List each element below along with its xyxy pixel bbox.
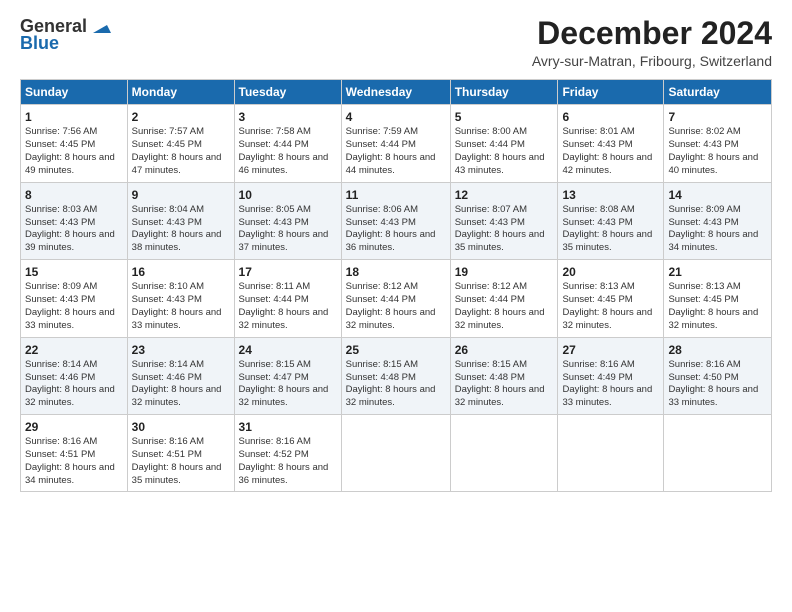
week-row-4: 22Sunrise: 8:14 AMSunset: 4:46 PMDayligh… [21,337,772,414]
day-cell: 16Sunrise: 8:10 AMSunset: 4:43 PMDayligh… [127,260,234,337]
header-tuesday: Tuesday [234,80,341,105]
day-cell [558,414,664,491]
header-wednesday: Wednesday [341,80,450,105]
day-cell: 29Sunrise: 8:16 AMSunset: 4:51 PMDayligh… [21,414,128,491]
week-row-3: 15Sunrise: 8:09 AMSunset: 4:43 PMDayligh… [21,260,772,337]
day-cell: 9Sunrise: 8:04 AMSunset: 4:43 PMDaylight… [127,182,234,259]
day-cell: 1Sunrise: 7:56 AMSunset: 4:45 PMDaylight… [21,105,128,182]
day-cell: 30Sunrise: 8:16 AMSunset: 4:51 PMDayligh… [127,414,234,491]
logo: General Blue [20,16,111,54]
day-cell [664,414,772,491]
day-cell: 28Sunrise: 8:16 AMSunset: 4:50 PMDayligh… [664,337,772,414]
day-cell: 4Sunrise: 7:59 AMSunset: 4:44 PMDaylight… [341,105,450,182]
day-cell [450,414,558,491]
day-cell: 26Sunrise: 8:15 AMSunset: 4:48 PMDayligh… [450,337,558,414]
day-cell: 31Sunrise: 8:16 AMSunset: 4:52 PMDayligh… [234,414,341,491]
day-cell: 22Sunrise: 8:14 AMSunset: 4:46 PMDayligh… [21,337,128,414]
header-saturday: Saturday [664,80,772,105]
day-cell: 20Sunrise: 8:13 AMSunset: 4:45 PMDayligh… [558,260,664,337]
header-thursday: Thursday [450,80,558,105]
header-friday: Friday [558,80,664,105]
week-row-2: 8Sunrise: 8:03 AMSunset: 4:43 PMDaylight… [21,182,772,259]
header: General Blue December 2024 Avry-sur-Matr… [20,16,772,69]
day-cell: 17Sunrise: 8:11 AMSunset: 4:44 PMDayligh… [234,260,341,337]
day-cell: 19Sunrise: 8:12 AMSunset: 4:44 PMDayligh… [450,260,558,337]
day-cell: 27Sunrise: 8:16 AMSunset: 4:49 PMDayligh… [558,337,664,414]
day-cell: 24Sunrise: 8:15 AMSunset: 4:47 PMDayligh… [234,337,341,414]
day-cell: 25Sunrise: 8:15 AMSunset: 4:48 PMDayligh… [341,337,450,414]
calendar: Sunday Monday Tuesday Wednesday Thursday… [20,79,772,492]
day-cell: 6Sunrise: 8:01 AMSunset: 4:43 PMDaylight… [558,105,664,182]
day-cell: 3Sunrise: 7:58 AMSunset: 4:44 PMDaylight… [234,105,341,182]
day-cell: 14Sunrise: 8:09 AMSunset: 4:43 PMDayligh… [664,182,772,259]
day-cell [341,414,450,491]
day-cell: 23Sunrise: 8:14 AMSunset: 4:46 PMDayligh… [127,337,234,414]
day-cell: 8Sunrise: 8:03 AMSunset: 4:43 PMDaylight… [21,182,128,259]
day-cell: 12Sunrise: 8:07 AMSunset: 4:43 PMDayligh… [450,182,558,259]
header-sunday: Sunday [21,80,128,105]
day-cell: 15Sunrise: 8:09 AMSunset: 4:43 PMDayligh… [21,260,128,337]
calendar-header-row: Sunday Monday Tuesday Wednesday Thursday… [21,80,772,105]
day-cell: 21Sunrise: 8:13 AMSunset: 4:45 PMDayligh… [664,260,772,337]
page: General Blue December 2024 Avry-sur-Matr… [0,0,792,612]
title-block: December 2024 Avry-sur-Matran, Fribourg,… [532,16,772,69]
week-row-1: 1Sunrise: 7:56 AMSunset: 4:45 PMDaylight… [21,105,772,182]
week-row-5: 29Sunrise: 8:16 AMSunset: 4:51 PMDayligh… [21,414,772,491]
day-cell: 7Sunrise: 8:02 AMSunset: 4:43 PMDaylight… [664,105,772,182]
header-monday: Monday [127,80,234,105]
logo-blue: Blue [20,33,59,54]
location: Avry-sur-Matran, Fribourg, Switzerland [532,53,772,69]
day-cell: 18Sunrise: 8:12 AMSunset: 4:44 PMDayligh… [341,260,450,337]
day-cell: 10Sunrise: 8:05 AMSunset: 4:43 PMDayligh… [234,182,341,259]
day-cell: 11Sunrise: 8:06 AMSunset: 4:43 PMDayligh… [341,182,450,259]
day-cell: 5Sunrise: 8:00 AMSunset: 4:44 PMDaylight… [450,105,558,182]
month-title: December 2024 [532,16,772,51]
day-cell: 13Sunrise: 8:08 AMSunset: 4:43 PMDayligh… [558,182,664,259]
logo-icon [89,15,111,37]
day-cell: 2Sunrise: 7:57 AMSunset: 4:45 PMDaylight… [127,105,234,182]
